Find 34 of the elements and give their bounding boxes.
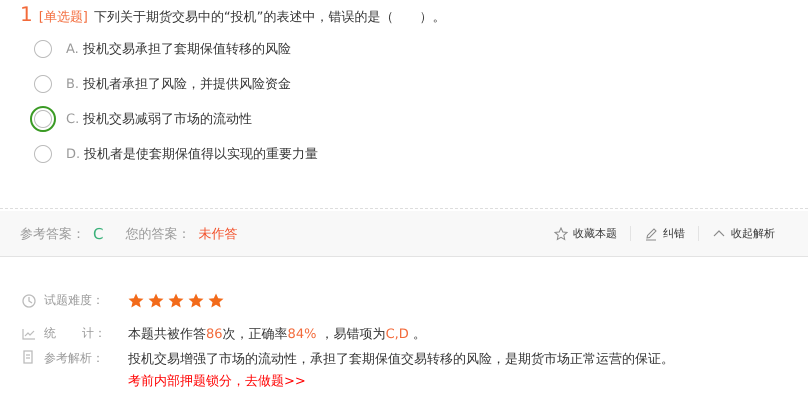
- option-text[interactable]: D. 投机者是使套期保值得以实现的重要力量: [66, 145, 318, 163]
- star-icon: [128, 293, 144, 308]
- explanation-text: 投机交易增强了市场的流动性，承担了套期保值交易转移的风险，是期货市场正常运营的保证。: [128, 351, 675, 368]
- radio-button[interactable]: [34, 145, 52, 163]
- toolbar-button[interactable]: 收起解析: [698, 226, 788, 241]
- option-text[interactable]: A. 投机交易承担了套期保值转移的风险: [66, 40, 291, 58]
- statistics-label: 统: [44, 325, 56, 342]
- pencil-icon: [644, 226, 658, 240]
- practice-link[interactable]: 考前内部押题锁分，去做题>>: [128, 372, 808, 390]
- difficulty-label: 试题难度：: [44, 292, 105, 309]
- radio-button[interactable]: [34, 75, 52, 93]
- question-text: 下列关于期货交易中的“投机”的表述中，错误的是（ ）。: [94, 9, 446, 26]
- toolbar-button[interactable]: 收藏本题: [541, 226, 630, 241]
- question-number: 1: [20, 2, 33, 26]
- your-answer-label: 您的答案：: [125, 226, 190, 242]
- star-icon: [188, 293, 204, 308]
- star-icon: [208, 293, 224, 308]
- chart-icon: [22, 328, 36, 340]
- option-text[interactable]: C. 投机交易减弱了市场的流动性: [66, 110, 252, 128]
- statistics-text: 本题共被作答86次，正确率84% ，易错项为C,D 。: [128, 326, 427, 342]
- star-icon: [554, 226, 568, 240]
- statistics-label: 计：: [82, 325, 106, 342]
- radio-button[interactable]: [34, 110, 52, 128]
- star-icon: [148, 293, 164, 308]
- reference-answer: C: [93, 224, 104, 242]
- radio-button[interactable]: [34, 40, 52, 58]
- toolbar-button[interactable]: 纠错: [630, 226, 698, 241]
- star-icon: [168, 293, 184, 308]
- your-answer: 未作答: [198, 226, 238, 242]
- clock-icon: [22, 294, 36, 308]
- option-text[interactable]: B. 投机者承担了风险，并提供风险资金: [66, 75, 292, 93]
- reference-answer-label: 参考答案：: [20, 226, 85, 242]
- explanation-label: 参考解析：: [44, 350, 105, 367]
- question-type-tag: [单选题]: [38, 8, 88, 26]
